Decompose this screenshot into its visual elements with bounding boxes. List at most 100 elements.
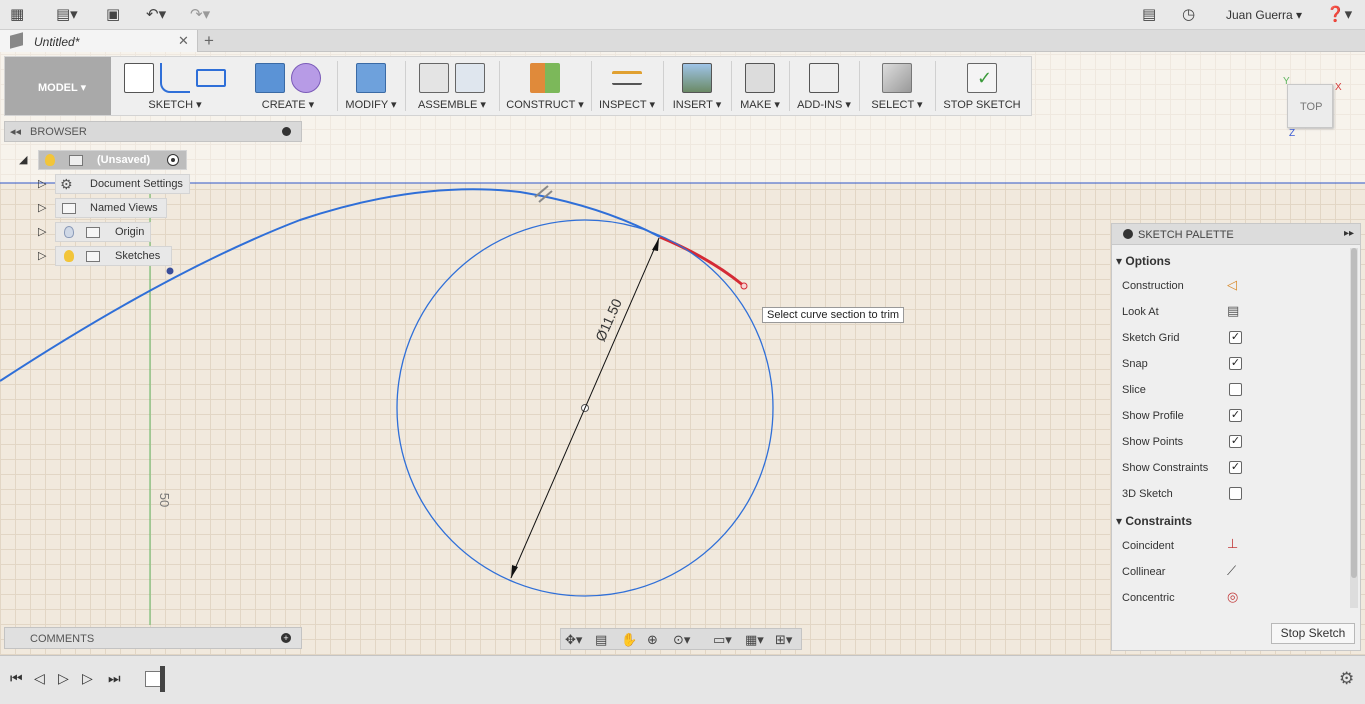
viewports-icon[interactable]: ⊞▾ [775, 632, 792, 648]
press-pull-icon[interactable] [356, 63, 386, 93]
first-step-icon[interactable]: ⏮ [10, 670, 23, 687]
diameter-dimension-line [510, 237, 660, 579]
orbit-icon[interactable]: ✥▾ [565, 632, 582, 648]
expand-origin-icon[interactable]: ▷ [38, 225, 46, 238]
x-axis-label: X [1335, 82, 1342, 93]
minimize-browser-icon[interactable] [282, 127, 291, 136]
expand-sketches-icon[interactable]: ▷ [38, 249, 46, 262]
sketch-palette-header[interactable]: SKETCH PALETTE ▸▸ [1112, 224, 1360, 245]
view-cube[interactable]: TOP [1287, 84, 1333, 128]
view-cube-face[interactable]: TOP [1300, 101, 1322, 113]
constraints-section[interactable]: ▾ Constraints [1116, 514, 1192, 528]
form-icon[interactable] [291, 63, 321, 93]
snap-checkbox[interactable]: ✓ [1229, 357, 1242, 370]
show-constraints-checkbox[interactable]: ✓ [1229, 461, 1242, 474]
palette-scrollbar[interactable] [1350, 248, 1358, 608]
display-settings-icon[interactable]: ▭▾ [713, 632, 732, 648]
slice-checkbox[interactable] [1229, 383, 1242, 396]
timeline-marker[interactable] [160, 666, 165, 692]
next-step-icon[interactable]: ▷ [82, 670, 93, 687]
rectangle-icon[interactable] [196, 69, 226, 87]
construction-icon[interactable]: ◁ [1227, 277, 1237, 293]
3d-print-icon[interactable] [745, 63, 775, 93]
browser-item-document-settings[interactable]: ⚙ Document Settings [55, 174, 190, 194]
zoom-icon[interactable]: ⊕ [647, 632, 658, 648]
make-group[interactable]: MAKE ▾ [735, 57, 785, 115]
browser-item-sketches[interactable]: Sketches [55, 246, 172, 266]
gear-icon: ⚙ [60, 176, 73, 192]
sketch-grid-checkbox[interactable]: ✓ [1229, 331, 1242, 344]
minimize-palette-icon[interactable] [1123, 229, 1133, 239]
add-comment-icon[interactable]: + [281, 633, 291, 643]
coincident-label: Coincident [1122, 540, 1174, 552]
offset-plane-icon[interactable] [530, 63, 560, 93]
pan-icon[interactable]: ✋ [621, 632, 637, 648]
expand-document-settings-icon[interactable]: ▷ [38, 177, 46, 190]
comments-panel[interactable]: COMMENTS + [4, 627, 302, 649]
palette-scroll-thumb[interactable] [1351, 248, 1357, 578]
stop-sketch-group[interactable]: ✓ STOP SKETCH [939, 57, 1025, 115]
fit-icon[interactable]: ⊙▾ [673, 632, 690, 648]
browser-item-named-views[interactable]: Named Views [55, 198, 167, 218]
inspect-group[interactable]: INSPECT ▾ [595, 57, 659, 115]
timeline-settings-icon[interactable]: ⚙ [1339, 669, 1354, 689]
select-group[interactable]: SELECT ▾ [863, 57, 931, 115]
expand-root-icon[interactable]: ◢ [19, 153, 27, 166]
concentric-icon[interactable]: ◎ [1227, 589, 1238, 605]
concentric-label: Concentric [1122, 592, 1175, 604]
modify-group[interactable]: MODIFY ▾ [341, 57, 401, 115]
ruler-label: 50 [157, 493, 172, 507]
sketch-group[interactable]: SKETCH ▾ [115, 57, 235, 115]
expand-palette-icon[interactable]: ▸▸ [1344, 228, 1354, 239]
folder-icon [86, 227, 100, 238]
visibility-bulb-icon[interactable] [64, 250, 74, 262]
show-profile-checkbox[interactable]: ✓ [1229, 409, 1242, 422]
coincident-icon[interactable]: ⊥ [1227, 536, 1238, 552]
joint-icon[interactable] [455, 63, 485, 93]
collapse-browser-icon[interactable]: ◂◂ [10, 125, 21, 138]
construct-group[interactable]: CONSTRUCT ▾ [503, 57, 587, 115]
line-icon[interactable] [160, 63, 190, 93]
previous-step-icon[interactable]: ◁ [34, 670, 45, 687]
3d-sketch-checkbox[interactable] [1229, 487, 1242, 500]
look-at-icon[interactable]: ▤ [1227, 303, 1239, 319]
sketch-feature-icon[interactable] [145, 671, 161, 687]
browser-item-origin[interactable]: Origin [55, 222, 151, 242]
collinear-icon[interactable]: ⟋ [1227, 563, 1236, 579]
assemble-group[interactable]: ASSEMBLE ▾ [409, 57, 495, 115]
stop-sketch-button[interactable]: Stop Sketch [1271, 623, 1355, 644]
workspace-switcher[interactable]: MODEL ▾ [5, 57, 111, 115]
construction-label: Construction [1122, 280, 1184, 292]
sketch-point [166, 267, 174, 275]
create-sketch-icon[interactable] [124, 63, 154, 93]
browser-header[interactable]: ◂◂ BROWSER [4, 121, 302, 142]
add-ins-group[interactable]: ADD-INS ▾ [793, 57, 855, 115]
grid-settings-icon[interactable]: ▦▾ [745, 632, 764, 648]
browser-item-root[interactable]: (Unsaved) [38, 150, 187, 170]
show-points-checkbox[interactable]: ✓ [1229, 435, 1242, 448]
expand-named-views-icon[interactable]: ▷ [38, 201, 46, 214]
play-icon[interactable]: ▷ [58, 670, 69, 687]
insert-image-icon[interactable] [682, 63, 712, 93]
insert-group[interactable]: INSERT ▾ [667, 57, 727, 115]
show-constraints-label: Show Constraints [1122, 462, 1209, 474]
last-step-icon[interactable]: ⏭ [108, 670, 121, 687]
scripts-icon[interactable] [809, 63, 839, 93]
snap-label: Snap [1122, 358, 1148, 370]
3d-sketch-label: 3D Sketch [1122, 488, 1173, 500]
new-component-icon[interactable] [419, 63, 449, 93]
visibility-bulb-icon[interactable] [64, 226, 74, 238]
create-group[interactable]: CREATE ▾ [243, 57, 333, 115]
activate-icon[interactable] [167, 154, 179, 166]
look-at-nav-icon[interactable]: ▤ [595, 632, 607, 648]
visibility-bulb-icon[interactable] [45, 154, 55, 166]
select-icon[interactable] [882, 63, 912, 93]
trim-tooltip: Select curve section to trim [762, 307, 905, 323]
measure-icon[interactable] [612, 71, 642, 85]
options-section[interactable]: ▾ Options [1116, 254, 1171, 268]
folder-icon [62, 203, 76, 214]
stop-sketch-icon[interactable]: ✓ [967, 63, 997, 93]
sketch-palette: SKETCH PALETTE ▸▸ ▾ Options Construction… [1111, 223, 1361, 651]
extrude-icon[interactable] [255, 63, 285, 93]
diameter-dimension-label: Ø11.50 [592, 296, 625, 344]
